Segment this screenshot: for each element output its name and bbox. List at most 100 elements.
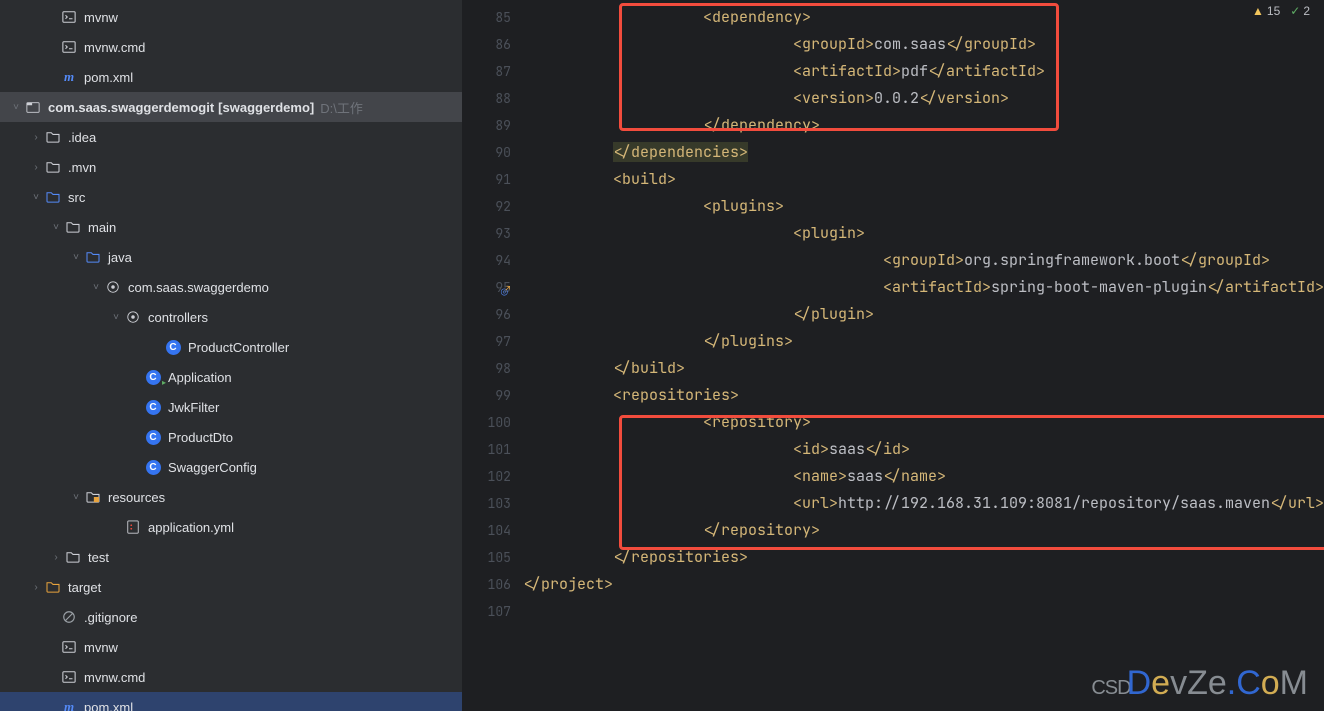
line-number[interactable]: 95◎↗ bbox=[463, 274, 511, 301]
line-number[interactable]: 96 bbox=[463, 301, 511, 328]
tree-item-src[interactable]: ˅ src bbox=[0, 182, 462, 212]
code-line[interactable]: </plugin> bbox=[523, 301, 1324, 328]
chevron-icon[interactable]: › bbox=[48, 552, 64, 563]
code-line[interactable]: </repositories> bbox=[523, 544, 1324, 571]
chevron-icon[interactable]: ˅ bbox=[28, 192, 44, 203]
tree-item-pom-xml[interactable]: mpom.xml bbox=[0, 62, 462, 92]
code-line[interactable]: <repository> bbox=[523, 409, 1324, 436]
line-number[interactable]: 101 bbox=[463, 436, 511, 463]
line-number[interactable]: 92 bbox=[463, 193, 511, 220]
tree-item-controllers[interactable]: ˅controllers bbox=[0, 302, 462, 332]
code-content[interactable]: <dependency> <groupId>com.saas</groupId>… bbox=[523, 0, 1324, 711]
tree-item-application-yml[interactable]: application.yml bbox=[0, 512, 462, 542]
line-number[interactable]: 106 bbox=[463, 571, 511, 598]
ok-count: 2 bbox=[1303, 4, 1310, 18]
chevron-icon[interactable]: ˅ bbox=[68, 252, 84, 263]
tree-item--gitignore[interactable]: .gitignore bbox=[0, 602, 462, 632]
tree-item-target[interactable]: ›target bbox=[0, 572, 462, 602]
line-number[interactable]: 86 bbox=[463, 31, 511, 58]
tree-item-pom-xml[interactable]: mpom.xml bbox=[0, 692, 462, 711]
code-line[interactable]: <plugins> bbox=[523, 193, 1324, 220]
line-number-gutter: 8586878889909192939495◎↗9697989910010110… bbox=[463, 0, 523, 711]
ok-indicator[interactable]: ✓ 2 bbox=[1290, 4, 1310, 18]
line-number[interactable]: 89 bbox=[463, 112, 511, 139]
yaml-file-icon bbox=[124, 520, 142, 534]
tree-item-label: com.saas.swaggerdemogit bbox=[48, 100, 214, 115]
line-number[interactable]: 88 bbox=[463, 85, 511, 112]
tree-item-mvnw-cmd[interactable]: mvnw.cmd bbox=[0, 32, 462, 62]
code-line[interactable]: </dependencies> bbox=[523, 139, 1324, 166]
line-number[interactable]: 97 bbox=[463, 328, 511, 355]
warnings-indicator[interactable]: ▲ 15 bbox=[1252, 4, 1280, 18]
code-line[interactable]: <repositories> bbox=[523, 382, 1324, 409]
line-number[interactable]: 99 bbox=[463, 382, 511, 409]
tree-item-label: src bbox=[68, 190, 85, 205]
line-number[interactable]: 87 bbox=[463, 58, 511, 85]
code-line[interactable]: <groupId>com.saas</groupId> bbox=[523, 31, 1324, 58]
tree-item-main[interactable]: ˅main bbox=[0, 212, 462, 242]
line-number[interactable]: 93 bbox=[463, 220, 511, 247]
line-number[interactable]: 103 bbox=[463, 490, 511, 517]
code-line[interactable]: <id>saas</id> bbox=[523, 436, 1324, 463]
chevron-icon[interactable]: ˅ bbox=[48, 222, 64, 233]
line-number[interactable]: 91 bbox=[463, 166, 511, 193]
maven-icon: m bbox=[60, 69, 78, 85]
chevron-icon[interactable]: ˅ bbox=[68, 492, 84, 503]
line-number[interactable]: 98 bbox=[463, 355, 511, 382]
tree-item-productcontroller[interactable]: CProductController bbox=[0, 332, 462, 362]
code-line[interactable]: <build> bbox=[523, 166, 1324, 193]
code-line[interactable]: <groupId>org.springframework.boot</group… bbox=[523, 247, 1324, 274]
code-line[interactable]: <artifactId>pdf</artifactId> bbox=[523, 58, 1324, 85]
tree-item-resources[interactable]: ˅resources bbox=[0, 482, 462, 512]
line-number[interactable]: 94 bbox=[463, 247, 511, 274]
tree-item-swaggerconfig[interactable]: CSwaggerConfig bbox=[0, 452, 462, 482]
line-number[interactable]: 85 bbox=[463, 4, 511, 31]
tree-item-mvnw-cmd[interactable]: mvnw.cmd bbox=[0, 662, 462, 692]
code-editor: 8586878889909192939495◎↗9697989910010110… bbox=[463, 0, 1324, 711]
chevron-icon[interactable]: ˅ bbox=[108, 312, 124, 323]
package-icon bbox=[124, 310, 142, 324]
line-number[interactable]: 90 bbox=[463, 139, 511, 166]
runnable-class-icon: C▸ bbox=[144, 370, 162, 385]
line-number[interactable]: 100 bbox=[463, 409, 511, 436]
tree-item-mvnw[interactable]: mvnw bbox=[0, 632, 462, 662]
tree-item-productdto[interactable]: CProductDto bbox=[0, 422, 462, 452]
code-line[interactable]: </build> bbox=[523, 355, 1324, 382]
tree-item-application[interactable]: C▸Application bbox=[0, 362, 462, 392]
line-number[interactable]: 105 bbox=[463, 544, 511, 571]
chevron-icon[interactable]: ˅ bbox=[88, 282, 104, 293]
chevron-icon[interactable]: › bbox=[28, 582, 44, 593]
tree-item-label: com.saas.swaggerdemo bbox=[128, 280, 269, 295]
tree-item-java[interactable]: ˅java bbox=[0, 242, 462, 272]
code-line[interactable]: <dependency> bbox=[523, 4, 1324, 31]
tree-item--idea[interactable]: ›.idea bbox=[0, 122, 462, 152]
line-number[interactable]: 107 bbox=[463, 598, 511, 625]
tree-item-com-saas-swaggerdemogit[interactable]: ˅com.saas.swaggerdemogit[swaggerdemo]D:\… bbox=[0, 92, 462, 122]
line-number[interactable]: 102 bbox=[463, 463, 511, 490]
tree-item-label: mvnw bbox=[84, 640, 118, 655]
folder-icon bbox=[64, 551, 82, 563]
tree-item-test[interactable]: ›test bbox=[0, 542, 462, 572]
code-line[interactable]: </project> bbox=[523, 571, 1324, 598]
code-line[interactable]: <name>saas</name> bbox=[523, 463, 1324, 490]
tree-item-label: ProductController bbox=[188, 340, 289, 355]
tree-item--mvn[interactable]: ›.mvn bbox=[0, 152, 462, 182]
package-icon bbox=[104, 280, 122, 294]
tree-item-com-saas-swaggerdemo[interactable]: ˅ com.saas.swaggerdemo bbox=[0, 272, 462, 302]
line-number[interactable]: 104 bbox=[463, 517, 511, 544]
code-line[interactable]: <version>0.0.2</version> bbox=[523, 85, 1324, 112]
tree-item-mvnw[interactable]: mvnw bbox=[0, 2, 462, 32]
chevron-icon[interactable]: › bbox=[28, 162, 44, 173]
code-line[interactable] bbox=[523, 598, 1324, 625]
code-line[interactable]: </repository> bbox=[523, 517, 1324, 544]
code-line[interactable]: </plugins> bbox=[523, 328, 1324, 355]
terminal-icon bbox=[60, 670, 78, 684]
code-line[interactable]: <artifactId>spring-boot-maven-plugin</ar… bbox=[523, 274, 1324, 301]
tree-item-jwkfilter[interactable]: CJwkFilter bbox=[0, 392, 462, 422]
chevron-icon[interactable]: ˅ bbox=[8, 102, 24, 113]
chevron-icon[interactable]: › bbox=[28, 132, 44, 143]
inspection-status[interactable]: ▲ 15 ✓ 2 bbox=[1252, 4, 1310, 18]
code-line[interactable]: <url>http://192.168.31.109:8081/reposito… bbox=[523, 490, 1324, 517]
code-line[interactable]: </dependency> bbox=[523, 112, 1324, 139]
code-line[interactable]: <plugin> bbox=[523, 220, 1324, 247]
